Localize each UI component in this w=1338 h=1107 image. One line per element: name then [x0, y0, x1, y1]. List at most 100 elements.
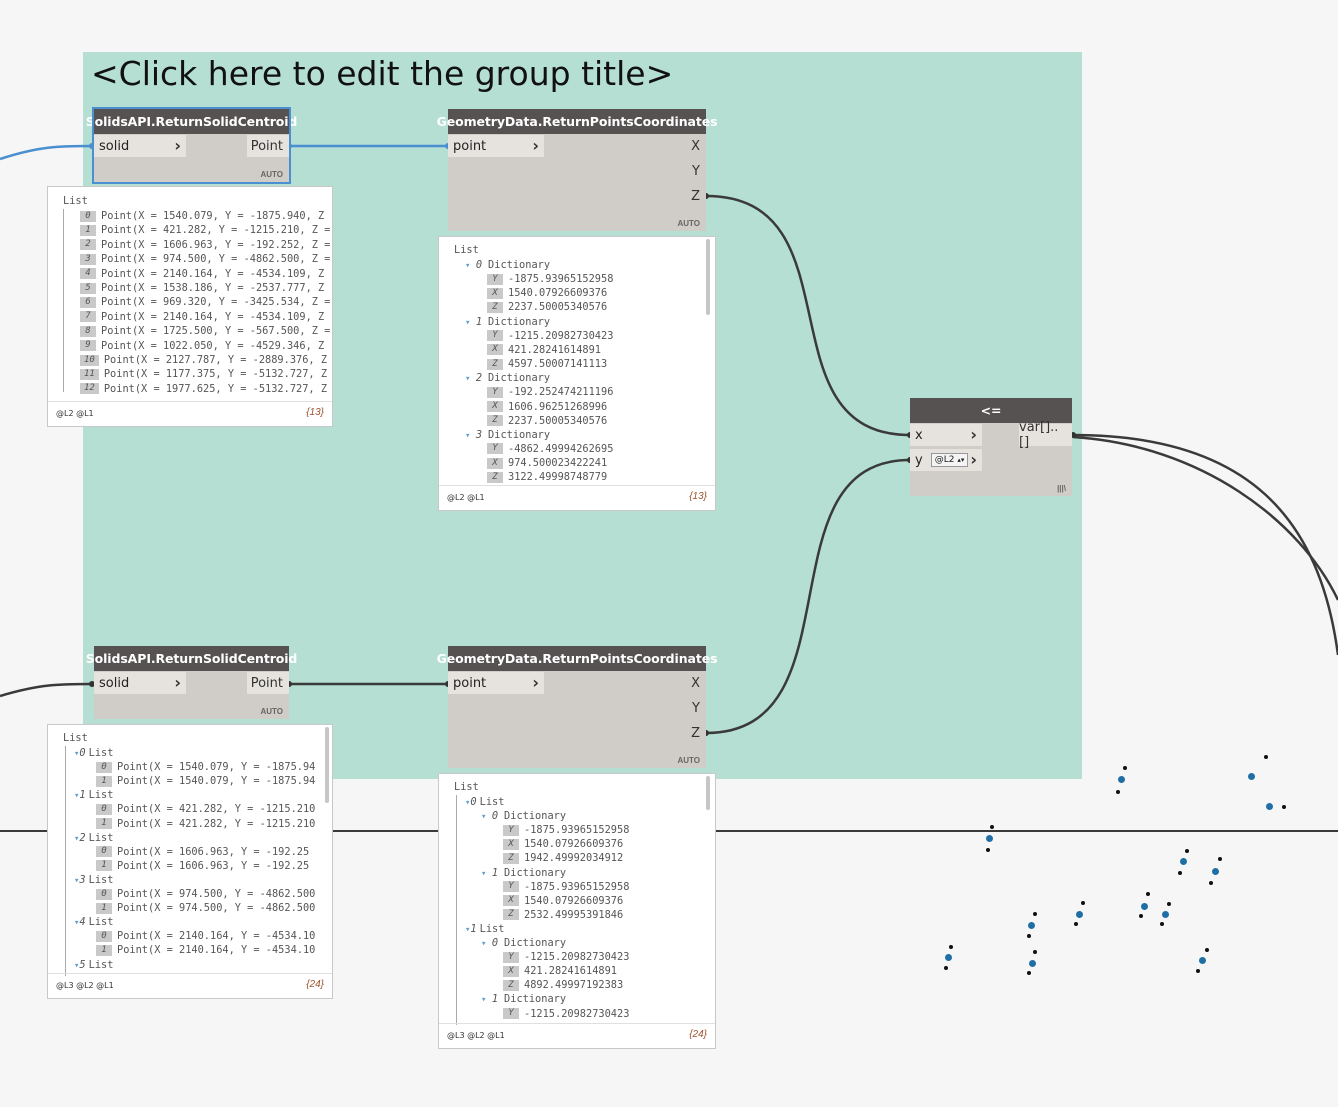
output-port-z[interactable]: Z	[682, 185, 706, 207]
expand-triangle-icon[interactable]: ▾	[481, 869, 492, 879]
key-value-item: X 974.500023422241	[487, 456, 607, 470]
expand-triangle-icon[interactable]: ▾	[481, 939, 492, 949]
output-port-x[interactable]: X	[682, 672, 706, 694]
port-label: x	[915, 427, 923, 443]
item-value: Point(X = 974.500, Y = -4862.500, Z =	[101, 253, 331, 266]
scrollbar[interactable]	[706, 776, 710, 810]
expand-triangle-icon[interactable]: ▾	[465, 374, 476, 384]
index-label: 2	[79, 831, 86, 844]
key-value-item: Y -1875.93965152958	[487, 272, 613, 286]
item-value: Point(X = 974.500, Y = -4862.500	[117, 902, 316, 915]
index-label: 1	[475, 315, 483, 328]
expand-triangle-icon[interactable]: ▾	[481, 995, 492, 1005]
input-port-y[interactable]: y @L2 ▴▾ ›	[910, 449, 982, 471]
node-preview-3[interactable]: List ▾0 List 0 Point(X = 1540.079, Y = -187…	[47, 724, 333, 999]
list-levels[interactable]: @L2 @L1	[447, 493, 485, 502]
expand-triangle-icon[interactable]: ▾	[465, 431, 476, 441]
node-return-points-coordinates-2[interactable]: GeometryData.ReturnPointsCoordinates poi…	[437, 646, 718, 768]
item-value: Point(X = 1177.375, Y = -5132.727, Z	[103, 368, 328, 381]
node-title[interactable]: SolidsAPI.ReturnSolidCentroid	[86, 109, 297, 134]
point-marker	[986, 848, 990, 852]
list-item: 6 Point(X = 969.320, Y = -3425.534, Z =	[80, 295, 330, 309]
scrollbar[interactable]	[706, 239, 710, 315]
node-title[interactable]: GeometryData.ReturnPointsCoordinates	[437, 646, 718, 671]
scrollbar[interactable]	[325, 727, 329, 803]
output-port-x[interactable]: X	[682, 135, 706, 157]
dictionary-item: ▾ 0 Dictionary	[481, 809, 566, 823]
lacing-label[interactable]: |||\	[1057, 484, 1066, 493]
node-return-points-coordinates-1[interactable]: GeometryData.ReturnPointsCoordinates poi…	[437, 109, 718, 231]
index-label: 0	[80, 210, 96, 222]
wire-solid-in-2[interactable]	[0, 682, 93, 698]
wire-solid-in-1[interactable]	[0, 144, 93, 161]
output-port-point[interactable]: Point	[247, 672, 289, 694]
expand-triangle-icon[interactable]: ▾	[465, 318, 476, 328]
node-preview-2[interactable]: List ▾ 0 Dictionary Y -1875.93965152958 X 154…	[438, 236, 716, 511]
item-value: Point(X = 1725.500, Y = -567.500, Z =	[101, 325, 331, 338]
point-marker	[1027, 934, 1031, 938]
item-count: {24}	[306, 979, 324, 990]
index-label: 0	[79, 747, 86, 759]
node-preview-1[interactable]: List 0 Point(X = 1540.079, Y = -1875.940,…	[47, 186, 333, 427]
node-return-solid-centroid-1[interactable]: SolidsAPI.ReturnSolidCentroid solid › Po…	[86, 107, 297, 184]
node-less-equal[interactable]: <= x › y @L2 ▴▾ › var[]..[] |||\	[910, 398, 1072, 496]
list-levels[interactable]: @L3 @L2 @L1	[447, 1031, 505, 1040]
list-item: 7 Point(X = 2140.164, Y = -4534.109, Z	[80, 310, 324, 324]
node-return-solid-centroid-2[interactable]: SolidsAPI.ReturnSolidCentroid solid › Po…	[86, 646, 297, 719]
index-label: Y	[487, 273, 503, 285]
group-title[interactable]: <Click here to edit the group title>	[91, 54, 673, 93]
lacing-label[interactable]: AUTO	[677, 756, 700, 765]
input-port-solid[interactable]: solid ›	[94, 135, 186, 157]
index-label: 7	[80, 311, 96, 323]
output-port-point[interactable]: Point	[247, 135, 289, 157]
expand-triangle-icon[interactable]: ▾	[465, 261, 476, 271]
input-port-x[interactable]: x ›	[910, 424, 982, 446]
node-preview-4[interactable]: List ▾0 List ▾ 0 Dictionary Y -1875.939651529…	[438, 773, 716, 1049]
item-value: Point(X = 1022.050, Y = -4529.346, Z	[101, 339, 325, 352]
index-label: Y	[503, 881, 519, 893]
output-port-var[interactable]: var[]..[]	[1019, 420, 1072, 450]
port-label: X	[691, 138, 700, 154]
item-type: List	[88, 958, 114, 971]
wire-out-2[interactable]	[1072, 435, 1338, 601]
input-port-solid[interactable]: solid ›	[94, 672, 186, 694]
list-levels[interactable]: @L2 @L1	[56, 409, 94, 418]
key-value-item: Y -192.252474211196	[487, 385, 613, 399]
point-marker	[986, 835, 993, 842]
output-port-y[interactable]: Y	[682, 160, 706, 182]
list-levels[interactable]: @L3 @L2 @L1	[56, 981, 114, 990]
list-item: 2 Point(X = 1606.963, Y = -192.252, Z =	[80, 238, 330, 252]
chevron-right-icon: ›	[174, 136, 181, 155]
lacing-label[interactable]: AUTO	[260, 170, 283, 179]
output-port-z[interactable]: Z	[682, 722, 706, 744]
point-marker	[1196, 969, 1200, 973]
port-label: point	[453, 675, 487, 691]
lacing-label[interactable]: AUTO	[677, 219, 700, 228]
item-value: -4862.49994262695	[508, 442, 614, 455]
list-item: 8 Point(X = 1725.500, Y = -567.500, Z =	[80, 324, 330, 338]
point-marker	[1027, 971, 1031, 975]
point-marker	[1074, 922, 1078, 926]
input-port-point[interactable]: point ›	[448, 135, 544, 157]
index-label: Z	[487, 301, 503, 313]
wire-out-1[interactable]	[1072, 433, 1338, 656]
item-value: 1540.07926609376	[524, 894, 624, 907]
index-label: 0	[96, 930, 112, 942]
list-level-selector[interactable]: @L2 ▴▾	[930, 453, 969, 467]
output-port-y[interactable]: Y	[682, 697, 706, 719]
lacing-label[interactable]: AUTO	[260, 707, 283, 716]
key-value-item: Z 4892.49997192383	[503, 978, 623, 992]
item-type: Dictionary	[504, 937, 567, 949]
dictionary-item: ▾ 1 Dictionary	[465, 315, 550, 329]
index-label: 9	[80, 340, 96, 352]
input-port-point[interactable]: point ›	[448, 672, 544, 694]
port-label: var[]..[]	[1019, 420, 1059, 450]
item-value: -1215.20982730423	[524, 1007, 630, 1020]
item-type: List	[479, 922, 505, 935]
node-title[interactable]: GeometryData.ReturnPointsCoordinates	[437, 109, 718, 134]
index-label: 1	[491, 866, 499, 879]
expand-triangle-icon[interactable]: ▾	[481, 812, 492, 822]
item-value: 3122.49998748779	[508, 471, 608, 484]
stepper-icon[interactable]: ▴▾	[957, 456, 964, 464]
node-title[interactable]: SolidsAPI.ReturnSolidCentroid	[86, 646, 297, 671]
